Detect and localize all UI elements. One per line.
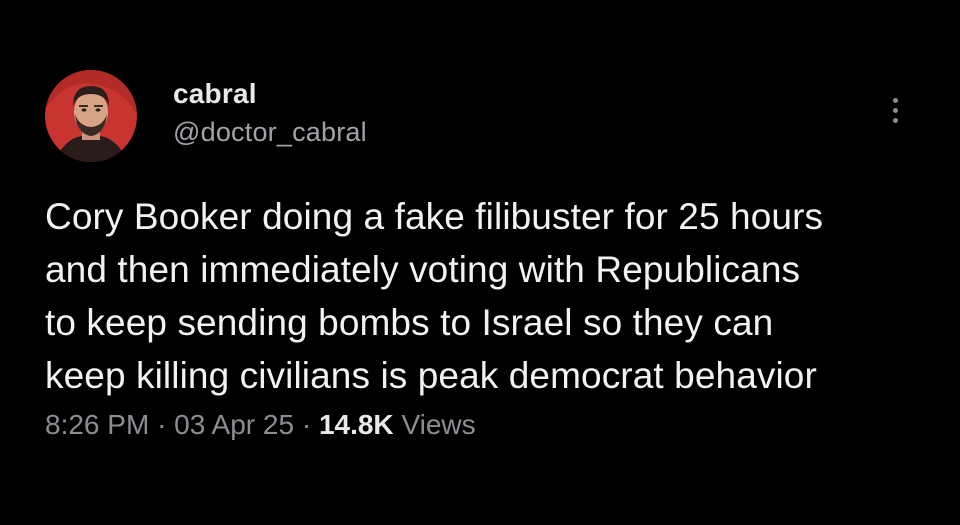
- tweet-time[interactable]: 8:26 PM: [45, 409, 149, 440]
- more-vertical-icon: [892, 97, 898, 103]
- more-vertical-icon: [892, 117, 898, 123]
- tweet-text-line: keep killing civilians is peak democrat …: [45, 355, 817, 396]
- tweet-date[interactable]: 03 Apr 25: [174, 409, 294, 440]
- tweet-text: Cory Booker doing a fake filibuster for …: [45, 190, 935, 402]
- profile-avatar-image: [45, 70, 137, 162]
- tweet-text-line: to keep sending bombs to Israel so they …: [45, 302, 774, 343]
- views-count[interactable]: 14.8K: [319, 409, 394, 440]
- display-name[interactable]: cabral: [173, 78, 257, 110]
- tweet-meta: 8:26 PM · 03 Apr 25 · 14.8K Views: [45, 409, 476, 441]
- meta-separator: ·: [157, 409, 167, 440]
- more-vertical-icon: [892, 107, 898, 113]
- tweet-text-line: and then immediately voting with Republi…: [45, 249, 801, 290]
- views-label[interactable]: Views: [401, 409, 475, 440]
- tweet-card: cabral @doctor_cabral Cory Booker doing …: [0, 0, 960, 525]
- avatar[interactable]: [45, 70, 137, 162]
- meta-separator: ·: [301, 409, 312, 440]
- more-options-button[interactable]: [880, 88, 910, 132]
- tweet-text-line: Cory Booker doing a fake filibuster for …: [45, 196, 824, 237]
- user-handle[interactable]: @doctor_cabral: [173, 117, 367, 148]
